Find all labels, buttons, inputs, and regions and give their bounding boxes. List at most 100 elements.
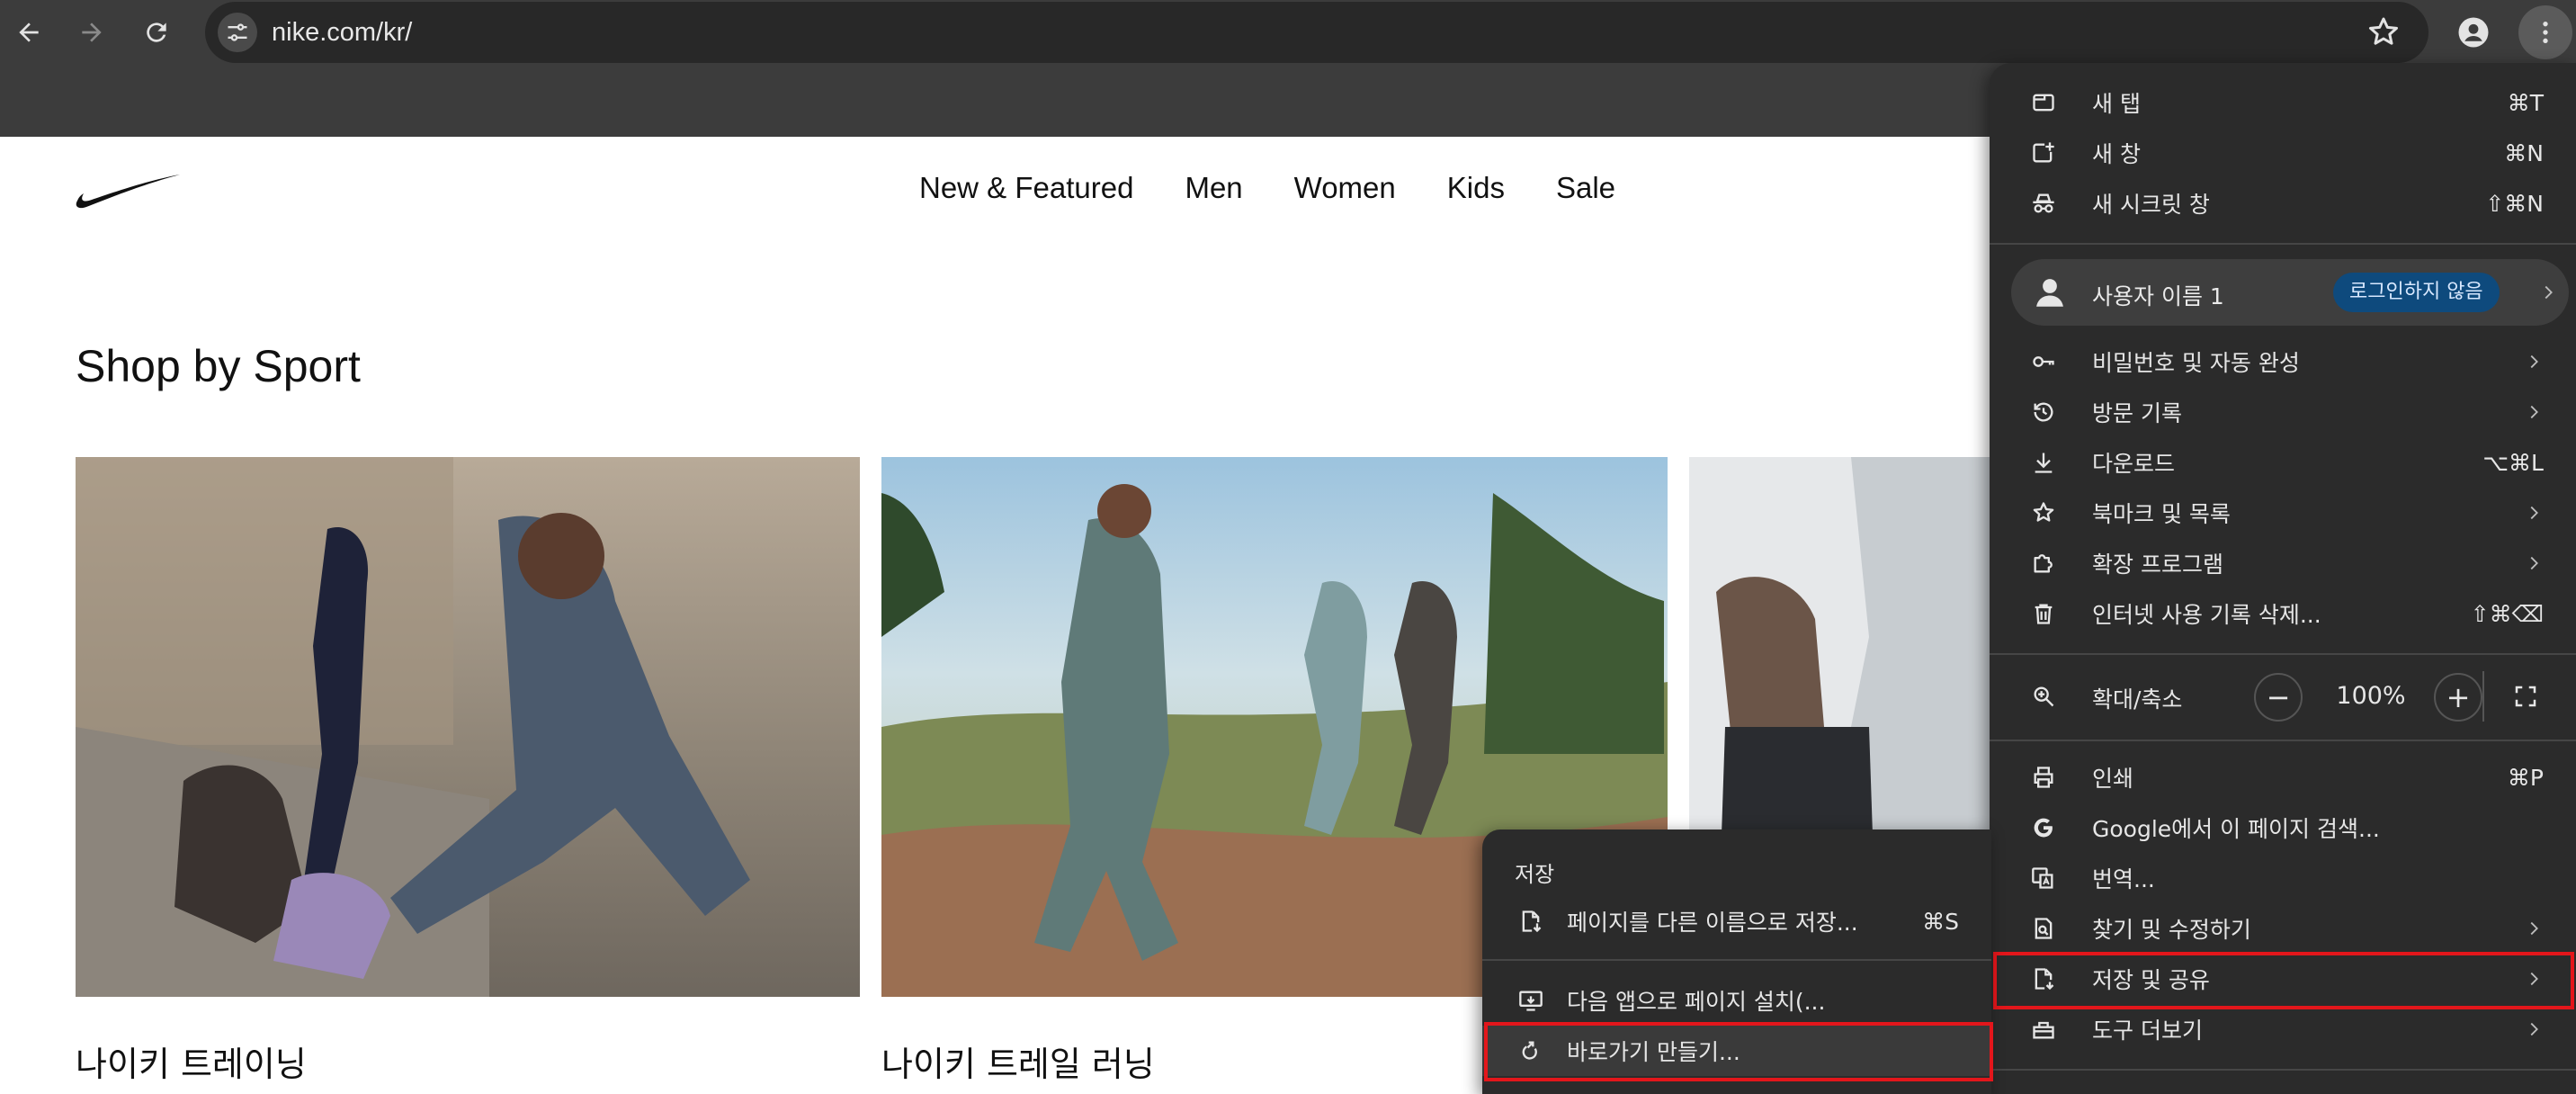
nav-kids[interactable]: Kids <box>1447 171 1505 205</box>
zoom-divider <box>2482 671 2484 722</box>
history-icon <box>2034 402 2053 422</box>
menu-item-find-edit[interactable]: 찾기 및 수정하기 <box>1990 903 2576 954</box>
save-page-icon <box>1522 910 1542 933</box>
address-bar[interactable]: nike.com/kr/ <box>205 2 2428 63</box>
card-title-trail-running[interactable]: 나이키 트레일 러닝 <box>881 1036 1155 1086</box>
fullscreen-button[interactable] <box>2508 678 2544 714</box>
nav-new-featured[interactable]: New & Featured <box>919 171 1133 205</box>
section-title: Shop by Sport <box>76 341 361 391</box>
person-icon <box>2458 17 2489 48</box>
chevron-right-icon <box>2530 506 2538 520</box>
menu-item-print[interactable]: 인쇄 ⌘P <box>1990 752 2576 803</box>
browser-toolbar: nike.com/kr/ <box>0 0 2576 65</box>
site-info-icon[interactable] <box>218 13 257 52</box>
puzzle-icon <box>2034 554 2053 573</box>
nav-sale[interactable]: Sale <box>1556 171 1615 205</box>
menu-label: 다음 앱으로 페이지 설치(... <box>1567 989 1826 1015</box>
main-nav: New & Featured Men Women Kids Sale <box>919 171 1615 205</box>
chevron-right-icon <box>2530 354 2538 369</box>
menu-label: 확장 프로그램 <box>2092 551 2223 578</box>
nike-logo[interactable] <box>74 171 182 211</box>
create-shortcut-highlight <box>1484 1022 1993 1081</box>
arrow-left-icon <box>19 22 39 42</box>
menu-item-more-tools[interactable]: 도구 더보기 <box>1990 1004 2576 1054</box>
download-icon <box>2035 453 2053 473</box>
star-icon <box>2033 502 2054 522</box>
nav-women[interactable]: Women <box>1294 171 1396 205</box>
menu-label: 비밀번호 및 자동 완성 <box>2092 350 2300 376</box>
chrome-main-menu: 새 탭 ⌘T 새 창 ⌘N 새 시크릿 창 ⇧⌘N 사용자 이름 1 로그인하지… <box>1990 63 2576 1094</box>
training-photo <box>76 457 860 997</box>
save-share-highlight <box>1993 952 2574 1009</box>
submenu-item-install-page[interactable]: 다음 앱으로 페이지 설치(... <box>1482 975 1991 1026</box>
zoom-out-button[interactable]: − <box>2254 673 2303 722</box>
menu-item-history[interactable]: 방문 기록 <box>1990 387 2576 437</box>
reload-icon <box>147 22 166 42</box>
chevron-right-icon <box>2530 556 2538 570</box>
menu-label: 인쇄 <box>2092 766 2134 792</box>
more-vertical-icon <box>2543 22 2548 43</box>
profile-name: 사용자 이름 1 <box>2092 283 2224 309</box>
menu-item-clear-history[interactable]: 인터넷 사용 기록 삭제... ⇧⌘⌫ <box>1990 588 2576 639</box>
sport-card-training[interactable] <box>76 457 860 997</box>
nav-men[interactable]: Men <box>1185 171 1242 205</box>
profile-row[interactable]: 사용자 이름 1 로그인하지 않음 <box>2011 259 2569 326</box>
zoom-in-button[interactable]: + <box>2434 673 2482 722</box>
save-share-submenu: 저장 페이지를 다른 이름으로 저장... ⌘S 다음 앱으로 페이지 설치(.… <box>1482 829 1993 1094</box>
shortcut-label: ⇧⌘⌫ <box>2470 600 2544 627</box>
menu-divider <box>1990 243 2576 245</box>
menu-label: 인터넷 사용 기록 삭제... <box>2092 602 2321 628</box>
chevron-right-icon <box>2545 285 2553 300</box>
menu-label: 다운로드 <box>2092 451 2176 477</box>
shortcut-label: ⌘N <box>2504 139 2544 166</box>
menu-label: Google에서 이 페이지 검색... <box>2092 816 2380 842</box>
menu-label: 새 탭 <box>2092 91 2141 117</box>
forward-button[interactable] <box>72 13 112 52</box>
find-icon <box>2035 918 2053 939</box>
back-button[interactable] <box>9 13 49 52</box>
menu-label: 번역... <box>2092 866 2155 892</box>
toolbox-icon <box>2033 1021 2054 1039</box>
submenu-heading: 저장 <box>1515 862 1555 887</box>
fullscreen-icon <box>2515 686 2536 707</box>
menu-item-search-google[interactable]: Google에서 이 페이지 검색... <box>1990 803 2576 853</box>
menu-divider <box>1482 959 1991 961</box>
trash-icon <box>2035 604 2053 624</box>
shortcut-label: ⌘P <box>2507 764 2544 791</box>
menu-label: 북마크 및 목록 <box>2092 501 2231 527</box>
zoom-label: 확대/축소 <box>2092 686 2183 713</box>
key-icon <box>2033 356 2054 367</box>
menu-item-downloads[interactable]: 다운로드 ⌥⌘L <box>1990 437 2576 488</box>
bookmark-star-icon[interactable] <box>2366 14 2402 50</box>
menu-item-incognito[interactable]: 새 시크릿 창 ⇧⌘N <box>1990 178 2576 229</box>
menu-item-extensions[interactable]: 확장 프로그램 <box>1990 538 2576 588</box>
menu-label: 새 창 <box>2092 141 2141 167</box>
menu-item-passwords[interactable]: 비밀번호 및 자동 완성 <box>1990 336 2576 387</box>
menu-divider <box>1990 1069 2576 1071</box>
chevron-right-icon <box>2530 1022 2538 1036</box>
menu-divider <box>1990 653 2576 655</box>
zoom-row: 확대/축소 − 100% + <box>1990 662 2576 731</box>
shortcut-label: ⇧⌘N <box>2485 190 2544 217</box>
url-text[interactable]: nike.com/kr/ <box>272 18 412 48</box>
menu-divider <box>1990 740 2576 741</box>
profile-button[interactable] <box>2454 13 2493 52</box>
signed-out-badge[interactable]: 로그인하지 않음 <box>2333 273 2500 312</box>
shortcut-label: ⌘S <box>1922 908 1959 935</box>
menu-item-translate[interactable]: 번역... <box>1990 853 2576 903</box>
person-icon <box>2036 279 2063 307</box>
card-title-training[interactable]: 나이키 트레이닝 <box>76 1036 307 1086</box>
submenu-item-save-page-as[interactable]: 페이지를 다른 이름으로 저장... ⌘S <box>1482 896 1991 946</box>
menu-label: 방문 기록 <box>2092 400 2182 426</box>
menu-item-new-window[interactable]: 새 창 ⌘N <box>1990 128 2576 178</box>
reload-button[interactable] <box>137 13 176 52</box>
chevron-right-icon <box>2530 921 2538 936</box>
incognito-icon <box>2033 193 2054 213</box>
chevron-right-icon <box>2530 405 2538 419</box>
chrome-menu-button[interactable] <box>2518 5 2572 59</box>
zoom-value: 100% <box>2336 682 2406 710</box>
menu-item-bookmarks[interactable]: 북마크 및 목록 <box>1990 488 2576 538</box>
menu-item-new-tab[interactable]: 새 탭 ⌘T <box>1990 77 2576 128</box>
new-tab-icon <box>2033 94 2054 112</box>
zoom-icon <box>2034 686 2054 707</box>
